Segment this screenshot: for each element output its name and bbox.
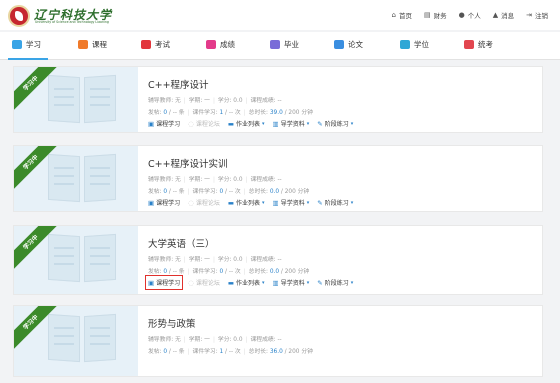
course-forum-button[interactable]: ◌ 课程论坛 (188, 119, 220, 129)
exam-icon (141, 40, 151, 49)
study-icon: ▣ (148, 278, 155, 287)
university-emblem-icon (8, 5, 30, 27)
course-title[interactable]: C++程序设计实训 (148, 156, 228, 170)
book-icon (48, 313, 116, 363)
course-meta: 辅导教师: 无 | 学期: 一 | 学分: 0.0 | 课程成绩: -- (148, 257, 282, 263)
practice-dropdown[interactable]: ✎ 阶段练习 ▾ (317, 119, 354, 129)
guide-dropdown[interactable]: ▥ 导学资料 ▾ (272, 198, 310, 208)
guide-dropdown[interactable]: ▥ 导学资料 ▾ (272, 119, 310, 129)
document-icon: ▥ (272, 278, 279, 287)
degree-icon (400, 40, 410, 49)
nav-personal[interactable]: ● 个人 (459, 10, 481, 20)
course-stats: 发帖: 0 / -- 条 | 课件学习: 1 / -- 次 | 总时长: 39.0 / … (148, 110, 313, 116)
unified-exam-icon (464, 40, 474, 49)
chevron-down-icon: ▾ (262, 199, 265, 206)
forum-icon: ◌ (188, 278, 194, 287)
tab-unified-exam[interactable]: 统考 (464, 39, 493, 50)
top-header: 辽宁科技大学 University of Science and Technol… (0, 0, 560, 30)
tab-thesis[interactable]: 论文 (334, 39, 363, 50)
chevron-down-icon: ▾ (350, 279, 354, 286)
guide-dropdown[interactable]: ▥ 导学资料 ▾ (272, 278, 310, 288)
edit-icon: ✎ (317, 119, 323, 128)
book-icon (48, 233, 116, 283)
practice-dropdown[interactable]: ✎ 阶段练习 ▾ (317, 198, 354, 208)
nav-home[interactable]: ⌂ 首页 (392, 10, 412, 20)
document-icon: ▥ (272, 119, 279, 128)
course-study-button[interactable]: ▣ 课程学习 (148, 198, 180, 208)
course-actions: ▣ 课程学习 ◌ 课程论坛 ▬ 作业列表 ▾ ▥ 导学资料 ▾ ✎ 阶段练习 ▾ (148, 198, 354, 208)
folder-icon: ▬ (227, 198, 235, 207)
chevron-down-icon: ▾ (262, 120, 265, 127)
grades-icon (206, 40, 216, 49)
nav-finance[interactable]: ▤ 财务 (424, 10, 447, 20)
logo-english-name: University of Science and Technology Lia… (35, 20, 109, 24)
study-icon: ▣ (148, 198, 155, 207)
book-icon (48, 153, 116, 203)
chevron-down-icon: ▾ (306, 120, 310, 127)
folder-icon: ▬ (227, 278, 235, 287)
course-actions: ▣ 课程学习 ◌ 课程论坛 ▬ 作业列表 ▾ ▥ 导学资料 ▾ ✎ 阶段练习 ▾ (144, 275, 354, 290)
course-meta: 辅导教师: 无 | 学期: 一 | 学分: 0.0 | 课程成绩: -- (148, 98, 282, 104)
logout-icon: ⇥ (526, 11, 532, 19)
folder-icon: ▬ (227, 119, 235, 128)
course-cover[interactable]: 学习中 (14, 146, 138, 211)
homework-dropdown[interactable]: ▬ 作业列表 ▾ (227, 119, 265, 129)
course-cover[interactable]: 学习中 (14, 306, 138, 376)
chevron-down-icon: ▾ (262, 279, 265, 286)
course-card: 学习中 C++程序设计 辅导教师: 无 | 学期: 一 | 学分: 0.0 | 课程成绩: … (13, 66, 543, 133)
thesis-icon (334, 40, 344, 49)
graduation-icon (270, 40, 280, 49)
chevron-down-icon: ▾ (306, 199, 310, 206)
active-tab-indicator (8, 58, 48, 60)
course-stats: 发帖: 0 / -- 条 | 课件学习: 1 / -- 次 | 总时长: 36.0 / … (148, 349, 313, 355)
tab-degree[interactable]: 学位 (400, 39, 429, 50)
bell-icon: ▲ (492, 11, 499, 19)
chevron-down-icon: ▾ (350, 199, 354, 206)
tab-grades[interactable]: 成绩 (206, 39, 235, 50)
course-meta: 辅导教师: 无 | 学期: 一 | 学分: 0.0 | 课程成绩: -- (148, 177, 282, 183)
practice-dropdown[interactable]: ✎ 阶段练习 ▾ (317, 278, 354, 288)
tab-exams[interactable]: 考试 (141, 39, 170, 50)
courses-icon (78, 40, 88, 49)
course-forum-button[interactable]: ◌ 课程论坛 (188, 278, 220, 288)
top-nav: ⌂ 首页 ▤ 财务 ● 个人 ▲ 消息 ⇥ 注销 (392, 10, 548, 20)
tab-courses[interactable]: 课程 (78, 39, 107, 50)
course-cover[interactable]: 学习中 (14, 67, 138, 132)
university-logo[interactable]: 辽宁科技大学 University of Science and Technol… (8, 5, 116, 27)
chevron-down-icon: ▾ (306, 279, 310, 286)
course-meta: 辅导教师: 无 | 学期: 一 | 学分: 0.0 | 课程成绩: -- (148, 337, 282, 343)
course-study-button[interactable]: ▣ 课程学习 (144, 275, 184, 290)
homework-dropdown[interactable]: ▬ 作业列表 ▾ (227, 198, 265, 208)
forum-icon: ◌ (188, 119, 194, 128)
course-study-button[interactable]: ▣ 课程学习 (148, 119, 180, 129)
course-card: 学习中 大学英语（三） 辅导教师: 无 | 学期: 一 | 学分: 0.0 | 课程成绩: … (13, 225, 543, 295)
home-icon: ⌂ (391, 11, 396, 19)
user-icon: ● (458, 11, 465, 19)
course-card: 学习中 C++程序设计实训 辅导教师: 无 | 学期: 一 | 学分: 0.0 | 课程成绩… (13, 145, 543, 212)
course-card: 学习中 形势与政策 辅导教师: 无 | 学期: 一 | 学分: 0.0 | 课程成绩: --… (13, 305, 543, 377)
course-title[interactable]: 形势与政策 (148, 316, 196, 330)
edit-icon: ✎ (317, 198, 323, 207)
book-icon (48, 74, 116, 124)
course-forum-button[interactable]: ◌ 课程论坛 (188, 198, 220, 208)
nav-messages[interactable]: ▲ 消息 (493, 10, 514, 20)
study-icon: ▣ (148, 119, 155, 128)
course-stats: 发帖: 0 / -- 条 | 课件学习: 0 / -- 次 | 总时长: 0.0 / 2… (148, 189, 310, 195)
course-cover[interactable]: 学习中 (14, 226, 138, 294)
tab-study[interactable]: 学习 (12, 39, 41, 50)
course-title[interactable]: 大学英语（三） (148, 236, 215, 250)
chevron-down-icon: ▾ (350, 120, 354, 127)
course-title[interactable]: C++程序设计 (148, 77, 209, 91)
edit-icon: ✎ (317, 278, 323, 287)
forum-icon: ◌ (188, 198, 194, 207)
course-actions: ▣ 课程学习 ◌ 课程论坛 ▬ 作业列表 ▾ ▥ 导学资料 ▾ ✎ 阶段练习 ▾ (148, 119, 354, 129)
tab-graduation[interactable]: 毕业 (270, 39, 299, 50)
homework-dropdown[interactable]: ▬ 作业列表 ▾ (227, 278, 265, 288)
study-icon (12, 40, 22, 49)
document-icon: ▥ (272, 198, 279, 207)
finance-icon: ▤ (424, 11, 431, 19)
course-stats: 发帖: 0 / -- 条 | 课件学习: 0 / -- 次 | 总时长: 0.0 / 2… (148, 269, 310, 275)
main-tab-bar: 学习 课程 考试 成绩 毕业 论文 学位 统考 (0, 32, 560, 60)
nav-logout[interactable]: ⇥ 注销 (526, 10, 548, 20)
